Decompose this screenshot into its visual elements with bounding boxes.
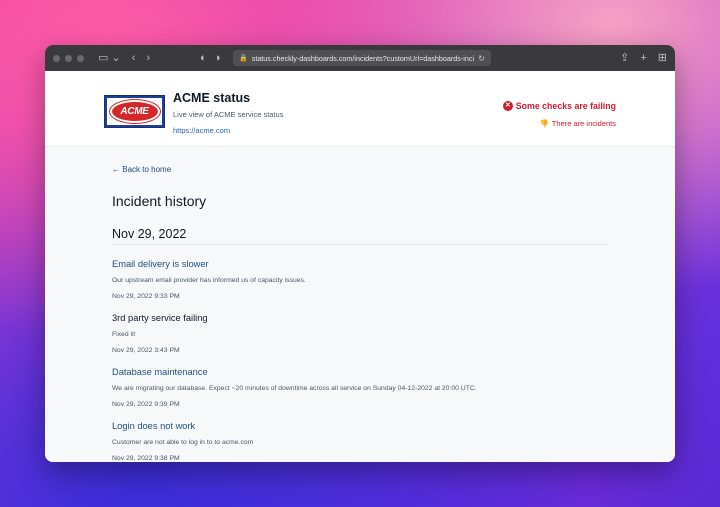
incident-item: Email delivery is slower Our upstream em… bbox=[112, 259, 608, 300]
incident-title[interactable]: Email delivery is slower bbox=[112, 259, 608, 269]
address-bar[interactable]: 🔒 status.checkly-dashboards.com/incident… bbox=[233, 50, 491, 66]
sidebar-icon[interactable]: ▭ ⌄ bbox=[98, 52, 121, 64]
incident-title[interactable]: Login does not work bbox=[112, 421, 608, 431]
incident-description: We are migrating our database. Expect ~2… bbox=[112, 385, 477, 392]
incident-history-heading: Incident history bbox=[112, 193, 207, 209]
reload-icon[interactable]: ↻ bbox=[478, 54, 485, 63]
site-link[interactable]: https://acme.com bbox=[173, 126, 230, 135]
share-icon[interactable]: ⇪ bbox=[620, 52, 629, 64]
url-text: status.checkly-dashboards.com/incidents?… bbox=[251, 53, 475, 63]
acme-logo: ACME bbox=[104, 95, 165, 128]
status-failing-text: Some checks are failing bbox=[515, 101, 616, 111]
shield-icon[interactable]: ◗ bbox=[215, 52, 222, 64]
minimize-window-button[interactable] bbox=[65, 54, 72, 62]
new-tab-icon[interactable]: + bbox=[640, 52, 646, 64]
incident-timestamp: Nov 29, 2022 9:33 PM bbox=[112, 293, 180, 300]
browser-toolbar: ▭ ⌄ ‹ › ◐ ◗ 🔒 status.checkly-dashboards.… bbox=[45, 45, 675, 71]
close-window-button[interactable] bbox=[53, 54, 60, 62]
incident-item: Database maintenance We are migrating ou… bbox=[112, 367, 608, 408]
back-to-home-label: Back to home bbox=[122, 165, 172, 174]
incident-description: Our upstream email provider has informed… bbox=[112, 277, 306, 284]
incident-title[interactable]: 3rd party service failing bbox=[112, 313, 608, 323]
zoom-window-button[interactable] bbox=[77, 54, 84, 62]
status-incidents-text: There are incidents bbox=[551, 119, 616, 128]
incident-description: Fixed it! bbox=[112, 331, 136, 338]
thumbs-down-icon: 👎 bbox=[539, 119, 549, 128]
incident-timestamp: Nov 29, 2022 3:43 PM bbox=[112, 347, 180, 354]
toolbar-right: ⇪ + ⊞ bbox=[620, 45, 667, 71]
back-to-home-link[interactable]: ← Back to home bbox=[112, 165, 171, 174]
page-title: ACME status bbox=[173, 91, 251, 105]
incident-history-content: ← Back to home Incident history Nov 29, … bbox=[45, 147, 675, 462]
incident-timestamp: Nov 29, 2022 9:38 PM bbox=[112, 455, 180, 462]
logo-text: ACME bbox=[109, 100, 160, 123]
tabs-overview-icon[interactable]: ⊞ bbox=[658, 52, 667, 64]
incident-item: Login does not work Customer are not abl… bbox=[112, 421, 608, 462]
incident-timestamp: Nov 29, 2022 9:39 PM bbox=[112, 401, 180, 408]
lock-icon: 🔒 bbox=[239, 55, 248, 62]
forward-icon[interactable]: › bbox=[146, 52, 150, 64]
incident-item: 3rd party service failing Fixed it! Nov … bbox=[112, 313, 608, 354]
incident-title[interactable]: Database maintenance bbox=[112, 367, 608, 377]
window-controls bbox=[53, 54, 84, 62]
back-icon[interactable]: ‹ bbox=[132, 52, 136, 64]
privacy-icon[interactable]: ◐ bbox=[200, 52, 207, 64]
status-incidents-badge: 👎 There are incidents bbox=[539, 119, 616, 128]
status-page-header: ACME ACME status Live view of ACME servi… bbox=[45, 71, 675, 147]
page-subtitle: Live view of ACME service status bbox=[173, 110, 284, 119]
error-icon: ✕ bbox=[502, 101, 513, 111]
divider bbox=[112, 244, 608, 245]
date-heading: Nov 29, 2022 bbox=[112, 227, 187, 241]
arrow-left-icon: ← bbox=[112, 165, 120, 174]
status-failing-badge: ✕ Some checks are failing bbox=[502, 101, 616, 111]
incident-description: Customer are not able to log in to to ac… bbox=[112, 439, 254, 446]
browser-window: ▭ ⌄ ‹ › ◐ ◗ 🔒 status.checkly-dashboards.… bbox=[45, 45, 675, 462]
